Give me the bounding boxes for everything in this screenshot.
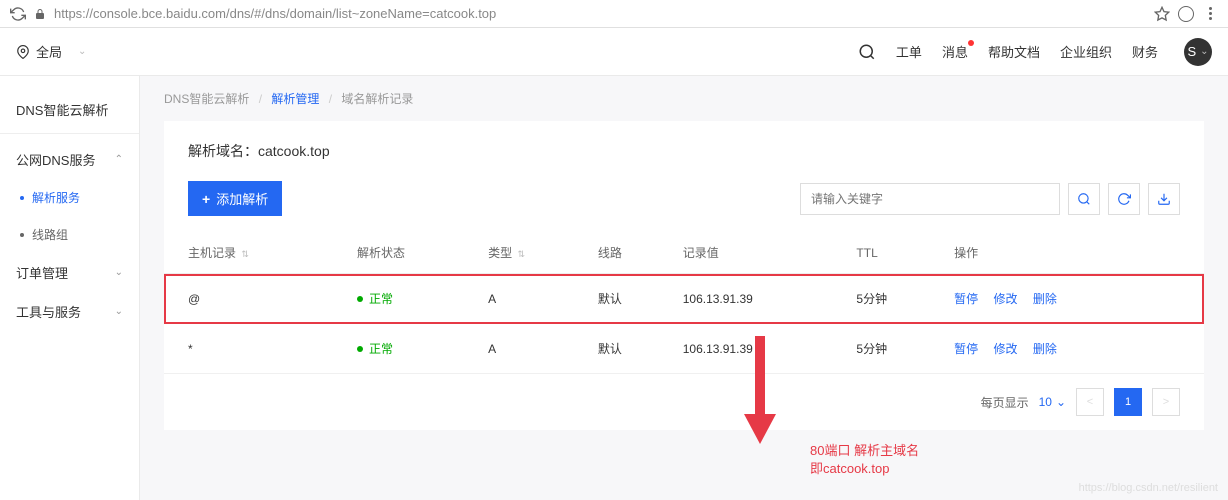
table-row: @ 正常 A 默认 106.13.91.39 5分钟 暂停 修改 删除 (164, 274, 1204, 324)
messages-link[interactable]: 消息 (942, 42, 968, 61)
domain-title: 解析域名：catcook.top (164, 121, 1204, 177)
delete-link[interactable]: 删除 (1033, 292, 1057, 306)
bullet-icon (20, 233, 24, 237)
sidebar-section-public-dns[interactable]: 公网DNS服务 ⌃ (0, 140, 139, 179)
refresh-button[interactable] (1108, 183, 1140, 215)
plus-icon: + (202, 191, 210, 207)
breadcrumb: DNS智能云解析 / 解析管理 / 域名解析记录 (140, 76, 1228, 121)
cell-ttl: 5分钟 (846, 274, 944, 324)
search-icon[interactable] (858, 43, 876, 61)
cell-value: 106.13.91.39 (673, 274, 847, 324)
sidebar: DNS智能云解析 公网DNS服务 ⌃ 解析服务 线路组 订单管理 ⌄ 工具与服务… (0, 76, 140, 500)
download-icon (1157, 192, 1171, 206)
sidebar-section-orders[interactable]: 订单管理 ⌄ (0, 253, 139, 292)
chevron-down-icon: ⌄ (115, 306, 123, 317)
search-button[interactable] (1068, 183, 1100, 215)
cell-type: A (478, 274, 588, 324)
main-content: DNS智能云解析 / 解析管理 / 域名解析记录 解析域名：catcook.to… (140, 76, 1228, 500)
sidebar-item-line-group[interactable]: 线路组 (0, 216, 139, 253)
cell-host: @ (164, 274, 347, 324)
breadcrumb-item: 域名解析记录 (341, 92, 413, 106)
col-value: 记录值 (673, 232, 847, 274)
url-text[interactable]: https://console.bce.baidu.com/dns/#/dns/… (54, 6, 1146, 21)
notification-dot (968, 40, 974, 46)
search-icon (1077, 192, 1091, 206)
cell-actions: 暂停 修改 删除 (944, 324, 1204, 374)
reload-icon[interactable] (10, 6, 26, 22)
chevron-down-icon: ⌄ (1056, 395, 1066, 409)
chevron-down-icon: ⌄ (115, 267, 123, 278)
col-ttl: TTL (846, 232, 944, 274)
toolbar: + 添加解析 (164, 177, 1204, 232)
search-input[interactable] (800, 183, 1060, 215)
sort-icon: ⇅ (518, 249, 526, 259)
cell-type: A (478, 324, 588, 374)
chevron-up-icon: ⌃ (115, 154, 123, 165)
col-host[interactable]: 主机记录 ⇅ (164, 232, 347, 274)
region-selector[interactable]: 全局 ⌄ (16, 42, 86, 61)
browser-bar: https://console.bce.baidu.com/dns/#/dns/… (0, 0, 1228, 28)
watermark: https://blog.csdn.net/resilient (1079, 482, 1218, 494)
table-row: * 正常 A 默认 106.13.91.39 5分钟 暂停 修改 删除 (164, 324, 1204, 374)
records-table: 主机记录 ⇅ 解析状态 类型 ⇅ 线路 记录值 TTL 操作 @ 正常 A 默认 (164, 232, 1204, 374)
col-actions: 操作 (944, 232, 1204, 274)
menu-dots-icon[interactable] (1202, 6, 1218, 22)
status-dot-icon (357, 346, 363, 352)
sort-icon: ⇅ (241, 249, 249, 259)
page-number-button[interactable]: 1 (1114, 388, 1142, 416)
cell-value: 106.13.91.39 (673, 324, 847, 374)
refresh-icon (1117, 192, 1131, 206)
delete-link[interactable]: 删除 (1033, 342, 1057, 356)
download-button[interactable] (1148, 183, 1180, 215)
region-label: 全局 (36, 42, 62, 61)
status-dot-icon (357, 296, 363, 302)
cell-ttl: 5分钟 (846, 324, 944, 374)
per-page-label: 每页显示 (981, 394, 1029, 411)
page-next-button[interactable]: > (1152, 388, 1180, 416)
sidebar-item-resolution-service[interactable]: 解析服务 (0, 179, 139, 216)
workorder-link[interactable]: 工单 (896, 42, 922, 61)
profile-icon[interactable] (1178, 6, 1194, 22)
add-record-button[interactable]: + 添加解析 (188, 181, 282, 216)
avatar[interactable]: S⌄ (1184, 38, 1212, 66)
bullet-icon (20, 196, 24, 200)
cell-status: 正常 (347, 274, 478, 324)
col-line: 线路 (588, 232, 673, 274)
col-status: 解析状态 (347, 232, 478, 274)
cell-host: * (164, 324, 347, 374)
chevron-down-icon: ⌄ (1200, 46, 1208, 57)
top-header: 全局 ⌄ 工单 消息 帮助文档 企业组织 财务 S⌄ (0, 28, 1228, 76)
lock-icon (34, 8, 46, 20)
annotation-text: 80端口 解析主域名 即catcook.top (810, 442, 919, 478)
org-link[interactable]: 企业组织 (1060, 42, 1112, 61)
breadcrumb-item[interactable]: 解析管理 (271, 92, 319, 106)
finance-link[interactable]: 财务 (1132, 42, 1158, 61)
per-page-selector[interactable]: 10 ⌄ (1039, 395, 1066, 409)
cell-status: 正常 (347, 324, 478, 374)
chevron-down-icon: ⌄ (78, 46, 86, 57)
location-pin-icon (16, 45, 30, 59)
modify-link[interactable]: 修改 (994, 292, 1018, 306)
help-link[interactable]: 帮助文档 (988, 42, 1040, 61)
bookmark-star-icon[interactable] (1154, 6, 1170, 22)
cell-actions: 暂停 修改 删除 (944, 274, 1204, 324)
page-prev-button[interactable]: < (1076, 388, 1104, 416)
modify-link[interactable]: 修改 (994, 342, 1018, 356)
col-type[interactable]: 类型 ⇅ (478, 232, 588, 274)
breadcrumb-item[interactable]: DNS智能云解析 (164, 92, 249, 106)
pause-link[interactable]: 暂停 (954, 342, 978, 356)
pause-link[interactable]: 暂停 (954, 292, 978, 306)
cell-line: 默认 (588, 324, 673, 374)
sidebar-title: DNS智能云解析 (0, 90, 139, 129)
cell-line: 默认 (588, 274, 673, 324)
sidebar-section-tools[interactable]: 工具与服务 ⌄ (0, 292, 139, 331)
content-card: 解析域名：catcook.top + 添加解析 (164, 121, 1204, 430)
pagination: 每页显示 10 ⌄ < 1 > (164, 374, 1204, 430)
